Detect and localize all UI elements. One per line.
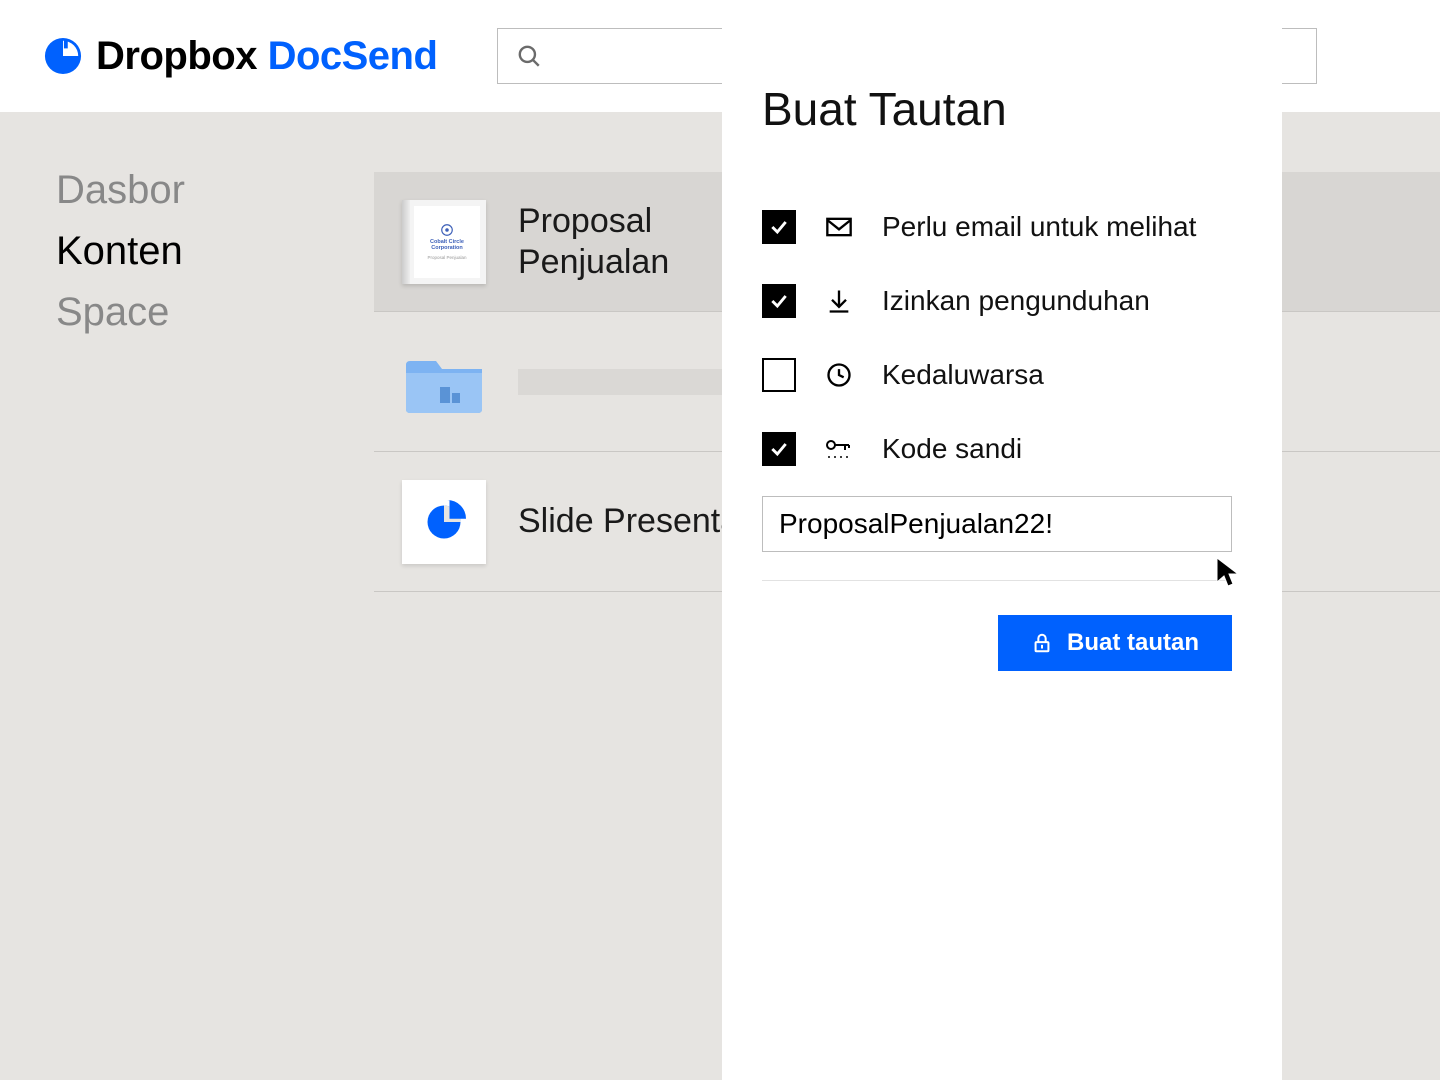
- panel-title: Buat Tautan: [762, 82, 1258, 136]
- option-require-email[interactable]: Perlu email untuk melihat: [762, 210, 1258, 244]
- thumb-subtitle: Proposal Penjualan: [427, 255, 466, 260]
- cursor-icon: [1214, 556, 1246, 588]
- passcode-input[interactable]: [762, 496, 1232, 552]
- checkbox[interactable]: [762, 284, 796, 318]
- option-label: Kode sandi: [882, 433, 1022, 465]
- sidebar-item-konten[interactable]: Konten: [56, 221, 270, 282]
- download-icon: [824, 287, 854, 315]
- clock-icon: [824, 361, 854, 389]
- folder-icon: [402, 340, 486, 424]
- checkbox[interactable]: [762, 210, 796, 244]
- create-link-panel: Buat Tautan Perlu email untuk melihat Iz…: [722, 0, 1282, 1080]
- option-label: Kedaluwarsa: [882, 359, 1044, 391]
- checkbox[interactable]: [762, 358, 796, 392]
- create-link-button[interactable]: Buat tautan: [998, 615, 1232, 671]
- create-link-button-label: Buat tautan: [1067, 629, 1199, 657]
- option-passcode[interactable]: Kode sandi: [762, 432, 1258, 466]
- option-label: Izinkan pengunduhan: [882, 285, 1150, 317]
- option-label: Perlu email untuk melihat: [882, 211, 1196, 243]
- content-row-title: ProposalPenjualan: [518, 201, 669, 283]
- mail-icon: [824, 213, 854, 241]
- checkbox[interactable]: [762, 432, 796, 466]
- pie-chart-icon: [402, 480, 486, 564]
- option-expiration[interactable]: Kedaluwarsa: [762, 358, 1258, 392]
- sidebar-item-space[interactable]: Space: [56, 282, 270, 343]
- brand-product: DocSend: [268, 34, 438, 78]
- divider: [762, 580, 1232, 581]
- document-thumbnail-icon: Cobalt Circle Corporation Proposal Penju…: [402, 200, 486, 284]
- content-row-title: Slide Presentas: [518, 501, 756, 542]
- dropbox-logo-icon: [44, 37, 82, 75]
- thumb-company: Cobalt Circle Corporation: [414, 239, 480, 251]
- key-icon: [824, 435, 854, 463]
- search-icon: [516, 43, 542, 69]
- lock-icon: [1031, 632, 1053, 654]
- option-allow-download[interactable]: Izinkan pengunduhan: [762, 284, 1258, 318]
- logo[interactable]: Dropbox DocSend: [44, 34, 437, 79]
- brand-name: Dropbox: [96, 34, 257, 78]
- sidebar: Dasbor Konten Space: [0, 112, 326, 1080]
- logo-text: Dropbox DocSend: [96, 34, 437, 79]
- sidebar-item-dasbor[interactable]: Dasbor: [56, 160, 270, 221]
